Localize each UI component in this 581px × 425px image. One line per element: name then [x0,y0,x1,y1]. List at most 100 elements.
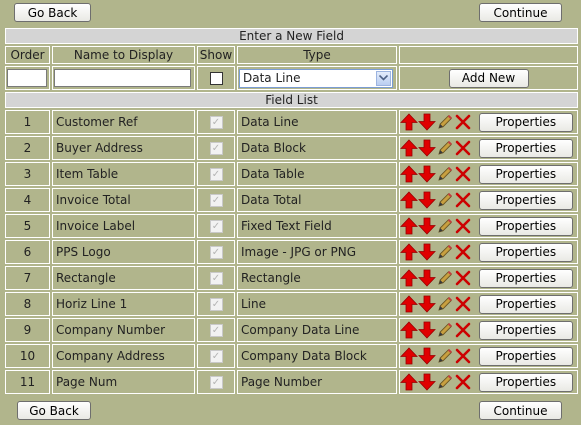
properties-button[interactable]: Properties [478,372,573,392]
move-down-icon[interactable] [418,217,436,235]
chevron-down-icon[interactable] [376,70,391,86]
row-name: Invoice Total [52,188,195,212]
row-actions: Properties [399,136,579,160]
field-list-body: 1 Customer Ref ✓ Data Line Properties 2 Buyer… [5,110,579,394]
go-back-button-bottom[interactable]: Go Back [17,401,91,420]
continue-button-bottom[interactable]: Continue [479,401,562,420]
delete-icon[interactable] [454,373,472,391]
edit-pencil-icon[interactable] [436,321,454,339]
edit-pencil-icon[interactable] [436,295,454,313]
row-name: Customer Ref [52,110,195,134]
name-input[interactable] [54,69,191,87]
edit-pencil-icon[interactable] [436,373,454,391]
properties-button[interactable]: Properties [478,294,573,314]
move-down-icon[interactable] [418,295,436,313]
delete-icon[interactable] [454,165,472,183]
column-header-row: Order Name to Display Show Type [5,46,579,64]
properties-button[interactable]: Properties [478,112,573,132]
row-type: Page Number [237,370,397,394]
move-down-icon[interactable] [418,373,436,391]
name-column-header: Name to Display [52,46,195,64]
type-column-header: Type [237,46,397,64]
move-down-icon[interactable] [418,139,436,157]
delete-icon[interactable] [454,321,472,339]
show-checkbox[interactable] [209,72,223,85]
order-column-header: Order [5,46,50,64]
move-up-icon[interactable] [400,321,418,339]
row-actions: Properties [399,292,579,316]
row-name: Horiz Line 1 [52,292,195,316]
properties-button[interactable]: Properties [478,346,573,366]
delete-icon[interactable] [454,139,472,157]
table-row: 6 PPS Logo ✓ Image - JPG or PNG Properties [5,240,579,264]
move-down-icon[interactable] [418,191,436,209]
go-back-button-top[interactable]: Go Back [14,3,91,22]
row-order: 9 [5,318,50,342]
continue-button-top[interactable]: Continue [479,3,562,22]
show-checkbox-disabled: ✓ [209,350,223,363]
properties-button[interactable]: Properties [478,164,573,184]
row-name: Rectangle [52,266,195,290]
table-row: 7 Rectangle ✓ Rectangle Properties [5,266,579,290]
move-up-icon[interactable] [400,243,418,261]
properties-button[interactable]: Properties [478,242,573,262]
row-order: 10 [5,344,50,368]
delete-icon[interactable] [454,347,472,365]
row-order: 8 [5,292,50,316]
row-actions: Properties [399,266,579,290]
move-up-icon[interactable] [400,191,418,209]
move-up-icon[interactable] [400,217,418,235]
type-select[interactable]: Data Line [239,68,393,88]
move-down-icon[interactable] [418,165,436,183]
row-type: Line [237,292,397,316]
add-new-button[interactable]: Add New [448,68,529,88]
edit-pencil-icon[interactable] [436,113,454,131]
move-up-icon[interactable] [400,113,418,131]
move-down-icon[interactable] [418,347,436,365]
show-checkbox-disabled: ✓ [209,246,223,259]
move-down-icon[interactable] [418,269,436,287]
edit-pencil-icon[interactable] [436,139,454,157]
properties-button[interactable]: Properties [478,138,573,158]
delete-icon[interactable] [454,243,472,261]
show-checkbox-disabled: ✓ [209,194,223,207]
delete-icon[interactable] [454,191,472,209]
row-type: Rectangle [237,266,397,290]
edit-pencil-icon[interactable] [436,165,454,183]
move-down-icon[interactable] [418,243,436,261]
table-row: 9 Company Number ✓ Company Data Line Proper… [5,318,579,342]
move-up-icon[interactable] [400,347,418,365]
move-up-icon[interactable] [400,269,418,287]
row-actions: Properties [399,162,579,186]
properties-button[interactable]: Properties [478,320,573,340]
delete-icon[interactable] [454,113,472,131]
properties-button[interactable]: Properties [478,216,573,236]
properties-button[interactable]: Properties [478,268,573,288]
move-up-icon[interactable] [400,295,418,313]
move-down-icon[interactable] [418,321,436,339]
row-name: Buyer Address [52,136,195,160]
edit-pencil-icon[interactable] [436,269,454,287]
edit-pencil-icon[interactable] [436,347,454,365]
properties-button[interactable]: Properties [478,190,573,210]
show-checkbox-disabled: ✓ [209,324,223,337]
table-row: 1 Customer Ref ✓ Data Line Properties [5,110,579,134]
delete-icon[interactable] [454,217,472,235]
table-row: 3 Item Table ✓ Data Table Properties [5,162,579,186]
edit-pencil-icon[interactable] [436,217,454,235]
order-input[interactable] [7,69,47,87]
row-type: Company Data Line [237,318,397,342]
show-checkbox-disabled: ✓ [209,298,223,311]
move-up-icon[interactable] [400,139,418,157]
move-down-icon[interactable] [418,113,436,131]
edit-pencil-icon[interactable] [436,191,454,209]
row-name: Company Address [52,344,195,368]
row-type: Fixed Text Field [237,214,397,238]
delete-icon[interactable] [454,295,472,313]
move-up-icon[interactable] [400,165,418,183]
row-order: 5 [5,214,50,238]
edit-pencil-icon[interactable] [436,243,454,261]
move-up-icon[interactable] [400,373,418,391]
row-order: 4 [5,188,50,212]
delete-icon[interactable] [454,269,472,287]
